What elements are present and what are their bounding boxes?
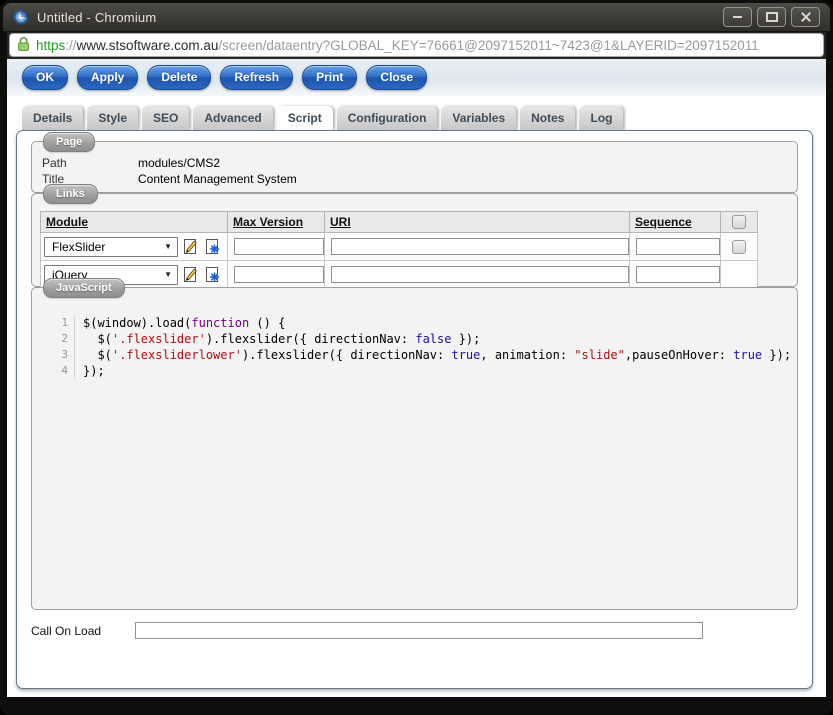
- sequence-input[interactable]: [636, 238, 720, 255]
- tab-variables[interactable]: Variables: [441, 106, 516, 130]
- tab-seo[interactable]: SEO: [142, 106, 189, 130]
- maximize-button[interactable]: [757, 7, 786, 27]
- call-on-load-input[interactable]: [135, 622, 703, 639]
- line-number: 2: [38, 331, 68, 347]
- code-line: $('.flexslider').flexslider({ directionN…: [83, 331, 791, 347]
- edit-link-icon[interactable]: [181, 237, 200, 256]
- column-header-module[interactable]: Module: [41, 212, 228, 233]
- page-field-row: Pathmodules/CMS2: [42, 155, 787, 171]
- chevron-down-icon: ▼: [164, 270, 172, 279]
- line-number: 4: [38, 363, 68, 379]
- link-row: jQuery▼: [41, 261, 758, 289]
- page-legend: Page: [43, 132, 95, 152]
- tab-bar: DetailsStyleSEOAdvancedScriptConfigurati…: [22, 105, 623, 130]
- column-header-select: [721, 212, 758, 233]
- chevron-down-icon: ▼: [164, 242, 172, 251]
- max-version-cell: [228, 233, 325, 261]
- apply-button[interactable]: Apply: [77, 65, 138, 90]
- select-all-checkbox[interactable]: [732, 215, 746, 229]
- tab-notes[interactable]: Notes: [520, 106, 575, 130]
- max-version-cell: [228, 261, 325, 289]
- action-toolbar: OK Apply Delete Refresh Print Close: [7, 59, 826, 96]
- url-scheme: https: [36, 38, 65, 53]
- javascript-fieldset: JavaScript 1234 $(window).load(function …: [31, 287, 798, 610]
- https-padlock-icon: [17, 36, 30, 55]
- browser-window: Untitled - Chromium https://www.stsoftwa…: [0, 0, 833, 715]
- new-link-icon[interactable]: [203, 265, 222, 284]
- page-fields: Pathmodules/CMS2TitleContent Management …: [32, 142, 797, 187]
- module-select[interactable]: FlexSlider ▼: [44, 237, 178, 257]
- javascript-legend: JavaScript: [43, 278, 125, 298]
- uri-cell: [325, 233, 630, 261]
- delete-cell: [721, 261, 758, 289]
- minimize-button[interactable]: [723, 7, 752, 27]
- page-viewport: OK Apply Delete Refresh Print Close DetailsSt…: [7, 59, 826, 697]
- code-lines: $(window).load(function () { $('.flexsli…: [75, 315, 791, 379]
- column-header-max-version[interactable]: Max Version: [228, 212, 325, 233]
- url-separator: ://: [65, 38, 76, 53]
- window-controls: [723, 7, 820, 27]
- close-button[interactable]: Close: [366, 65, 427, 90]
- close-icon: [801, 12, 811, 22]
- field-value: Content Management System: [138, 172, 297, 186]
- delete-checkbox[interactable]: [732, 240, 746, 254]
- module-cell: FlexSlider ▼: [41, 233, 228, 261]
- print-button[interactable]: Print: [302, 65, 357, 90]
- new-link-icon[interactable]: [203, 237, 222, 256]
- content-panel: Page Pathmodules/CMS2TitleContent Manage…: [16, 130, 813, 689]
- column-header-sequence[interactable]: Sequence: [630, 212, 721, 233]
- sequence-cell: [630, 233, 721, 261]
- edit-link-icon[interactable]: [181, 265, 200, 284]
- call-on-load-row: Call On Load: [31, 622, 804, 639]
- links-table-body: FlexSlider▼jQuery▼: [41, 233, 758, 289]
- window-title: Untitled - Chromium: [37, 10, 156, 25]
- line-number: 1: [38, 315, 68, 331]
- browser-chrome: https://www.stsoftware.com.au/screen/dat…: [7, 32, 826, 59]
- link-row: FlexSlider ▼: [41, 233, 758, 261]
- call-on-load-label: Call On Load: [31, 624, 135, 638]
- code-line: });: [83, 363, 791, 379]
- links-fieldset: Links ModuleMax VersionURISequence FlexS…: [31, 193, 798, 287]
- code-editor[interactable]: 1234 $(window).load(function () { $('.fl…: [32, 288, 797, 379]
- uri-input[interactable]: [331, 266, 629, 283]
- field-value: modules/CMS2: [138, 156, 220, 170]
- refresh-button[interactable]: Refresh: [220, 65, 293, 90]
- tab-log[interactable]: Log: [579, 106, 623, 130]
- sequence-input[interactable]: [636, 266, 720, 283]
- links-table: ModuleMax VersionURISequence FlexSlider ▼…: [40, 211, 758, 289]
- uri-cell: [325, 261, 630, 289]
- tab-script[interactable]: Script: [277, 106, 333, 130]
- window-titlebar[interactable]: Untitled - Chromium: [3, 3, 830, 32]
- max-version-input[interactable]: [234, 238, 324, 255]
- page-field-row: TitleContent Management System: [42, 171, 787, 187]
- line-number: 3: [38, 347, 68, 363]
- uri-input[interactable]: [331, 238, 629, 255]
- code-line: $('.flexsliderlower').flexslider({ direc…: [83, 347, 791, 363]
- ok-button[interactable]: OK: [22, 65, 68, 90]
- column-header-uri[interactable]: URI: [325, 212, 630, 233]
- chromium-logo-icon: [13, 9, 29, 25]
- minimize-icon: [733, 16, 742, 18]
- sequence-cell: [630, 261, 721, 289]
- links-table-wrap: ModuleMax VersionURISequence FlexSlider ▼…: [32, 194, 797, 289]
- address-bar[interactable]: https://www.stsoftware.com.au/screen/dat…: [9, 33, 824, 57]
- links-legend: Links: [43, 184, 98, 204]
- maximize-icon: [766, 12, 778, 22]
- close-button[interactable]: [791, 7, 820, 27]
- code-line: $(window).load(function () {: [83, 315, 791, 331]
- delete-button[interactable]: Delete: [147, 65, 211, 90]
- field-label: Path: [42, 155, 138, 171]
- url-host: www.stsoftware.com.au: [77, 38, 219, 53]
- links-header-row: ModuleMax VersionURISequence: [41, 212, 758, 233]
- delete-cell: [721, 233, 758, 261]
- tab-style[interactable]: Style: [87, 106, 138, 130]
- module-select-value: FlexSlider: [52, 240, 105, 254]
- tab-details[interactable]: Details: [22, 106, 83, 130]
- page-fieldset: Page Pathmodules/CMS2TitleContent Manage…: [31, 141, 798, 193]
- url-path: /screen/dataentry?GLOBAL_KEY=76661@20971…: [218, 38, 758, 53]
- tab-advanced[interactable]: Advanced: [193, 106, 272, 130]
- max-version-input[interactable]: [234, 266, 324, 283]
- tab-configuration[interactable]: Configuration: [337, 106, 438, 130]
- line-number-gutter: 1234: [38, 315, 75, 379]
